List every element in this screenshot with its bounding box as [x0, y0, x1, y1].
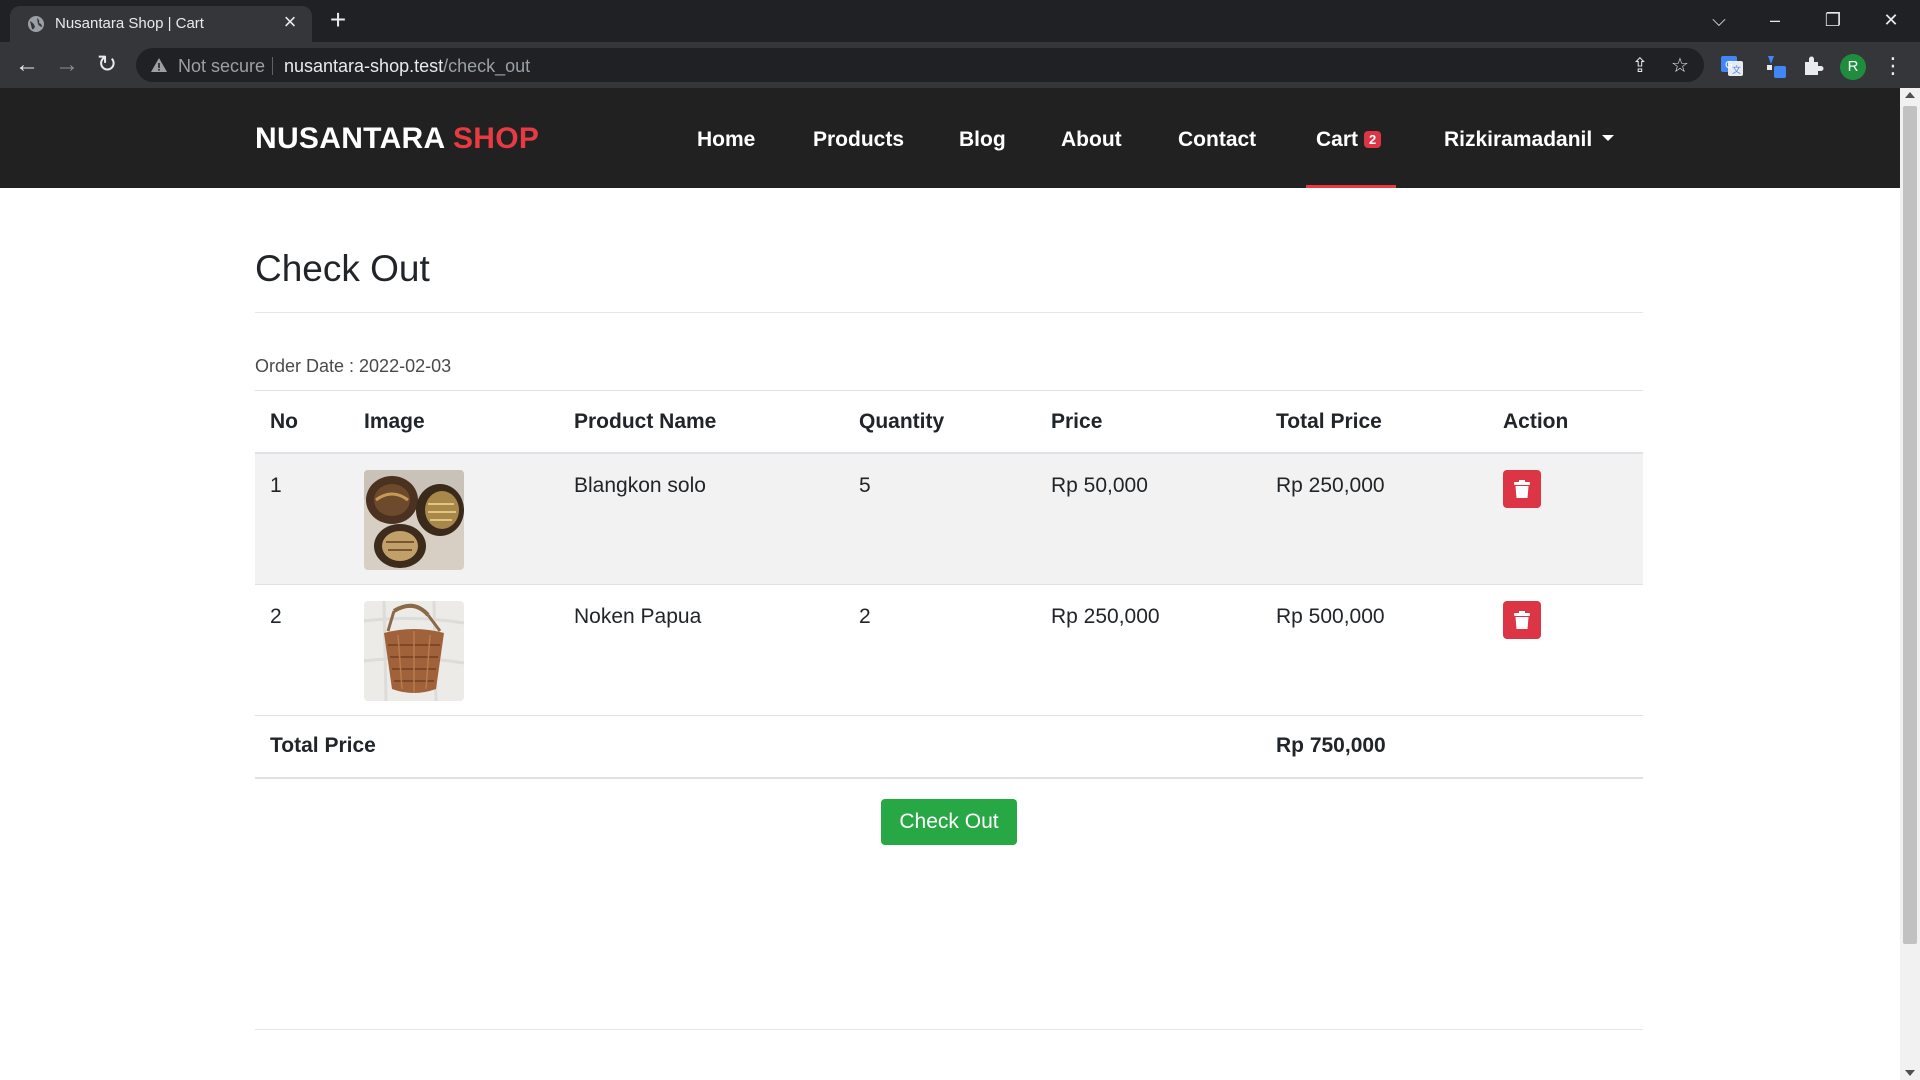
cart-count-badge: 2 — [1364, 131, 1382, 148]
column-header-total-price: Total Price — [1276, 410, 1382, 433]
address-separator — [272, 57, 273, 75]
site-navbar: NUSANTARA SHOP Home Products Blog About … — [0, 88, 1900, 188]
warning-icon — [151, 58, 167, 72]
page-viewport: NUSANTARA SHOP Home Products Blog About … — [0, 88, 1900, 1080]
product-name: Noken Papua — [574, 605, 702, 628]
row-divider — [255, 715, 1643, 716]
tab-search-chevron-down-icon[interactable]: ⌵ — [1696, 4, 1742, 36]
delete-button[interactable] — [1503, 470, 1541, 508]
product-price: Rp 50,000 — [1051, 474, 1148, 497]
product-total-price: Rp 250,000 — [1276, 474, 1385, 497]
column-header-image: Image — [364, 410, 425, 433]
globe-icon — [28, 16, 44, 32]
total-price-value: Rp 750,000 — [1276, 734, 1386, 757]
site-brand-logo[interactable]: NUSANTARA SHOP — [255, 122, 539, 156]
page-scrollbar[interactable] — [1900, 88, 1920, 1080]
column-header-no: No — [270, 410, 298, 433]
cart-label: Cart — [1316, 128, 1359, 151]
address-bar[interactable]: Not secure nusantara-shop.test/check_out… — [136, 48, 1704, 82]
scrollbar-thumb[interactable] — [1903, 106, 1917, 944]
product-price: Rp 250,000 — [1051, 605, 1160, 628]
close-tab-icon[interactable]: × — [278, 10, 302, 34]
brand-part1: NUSANTARA — [255, 122, 445, 155]
brand-part2: SHOP — [453, 122, 540, 155]
product-image[interactable] — [364, 470, 464, 570]
table-bottom-border — [255, 777, 1643, 779]
share-icon[interactable]: ⇪ — [1628, 54, 1652, 78]
scroll-up-arrow-icon[interactable] — [1905, 92, 1915, 98]
title-divider — [255, 312, 1643, 313]
bookmark-star-icon[interactable]: ☆ — [1668, 54, 1692, 78]
profile-avatar[interactable]: R — [1840, 54, 1866, 80]
browser-tab-bar: Nusantara Shop | Cart × + ⌵ – ❐ ✕ — [0, 0, 1920, 42]
url-host: nusantara-shop.test — [284, 56, 444, 76]
column-header-action: Action — [1503, 410, 1569, 433]
product-name: Blangkon solo — [574, 474, 706, 497]
puzzle-extensions-icon[interactable] — [1799, 52, 1827, 80]
product-quantity: 2 — [859, 605, 871, 628]
order-date: Order Date : 2022-02-03 — [255, 356, 452, 376]
noken-papua-image — [364, 601, 464, 701]
nav-link-blog[interactable]: Blog — [959, 128, 1006, 152]
reload-icon[interactable]: ↻ — [91, 50, 123, 82]
scroll-down-arrow-icon[interactable] — [1905, 1070, 1915, 1076]
restore-icon[interactable]: ❐ — [1810, 4, 1856, 36]
table-row: 1 Blangkon solo 5 Rp 50,000 Rp 250,000 — [255, 454, 1643, 584]
back-arrow-icon[interactable]: ← — [11, 50, 43, 82]
nav-link-home[interactable]: Home — [697, 128, 755, 152]
column-header-price: Price — [1051, 410, 1103, 433]
product-total-price: Rp 500,000 — [1276, 605, 1385, 628]
table-row: 2 Noken Papua 2 Rp 250,000 Rp 500,000 — [255, 585, 1643, 715]
new-tab-icon[interactable]: + — [324, 6, 352, 34]
google-translate-icon[interactable]: G 文 — [1718, 52, 1746, 80]
nav-link-cart[interactable]: Cart 2 — [1316, 128, 1382, 152]
browser-menu-icon[interactable]: ⋮ — [1882, 52, 1904, 82]
url-path: /check_out — [443, 56, 531, 76]
svg-text:文: 文 — [1732, 64, 1741, 76]
user-dropdown[interactable]: Rizkiramadanil — [1444, 128, 1615, 152]
product-quantity: 5 — [859, 474, 871, 497]
security-label[interactable]: Not secure — [178, 56, 265, 77]
column-header-product-name: Product Name — [574, 410, 717, 433]
trash-icon — [1514, 611, 1530, 629]
table-top-border — [255, 390, 1643, 391]
page-title: Check Out — [255, 248, 430, 289]
nav-link-products[interactable]: Products — [813, 128, 904, 152]
extension-icon[interactable] — [1762, 52, 1790, 80]
caret-down-icon — [1602, 135, 1615, 141]
url-text[interactable]: nusantara-shop.test/check_out — [284, 56, 530, 77]
blangkon-solo-image — [364, 470, 464, 570]
footer-divider — [255, 1029, 1643, 1030]
column-header-quantity: Quantity — [859, 410, 945, 433]
row-number: 1 — [270, 474, 282, 497]
browser-tab[interactable]: Nusantara Shop | Cart × — [10, 6, 312, 42]
window-close-icon[interactable]: ✕ — [1868, 4, 1914, 36]
check-out-button[interactable]: Check Out — [881, 799, 1017, 845]
nav-link-about[interactable]: About — [1061, 128, 1122, 152]
minimize-icon[interactable]: – — [1752, 4, 1798, 36]
browser-toolbar: ← → ↻ Not secure nusantara-shop.test/che… — [0, 42, 1920, 88]
delete-button[interactable] — [1503, 601, 1541, 639]
row-number: 2 — [270, 605, 282, 628]
active-nav-indicator — [1306, 185, 1396, 188]
user-name: Rizkiramadanil — [1444, 128, 1593, 151]
forward-arrow-icon[interactable]: → — [51, 50, 83, 82]
tab-title: Nusantara Shop | Cart — [55, 15, 204, 32]
total-price-label: Total Price — [270, 734, 376, 757]
product-image[interactable] — [364, 601, 464, 701]
nav-link-contact[interactable]: Contact — [1178, 128, 1256, 152]
trash-icon — [1514, 480, 1530, 498]
